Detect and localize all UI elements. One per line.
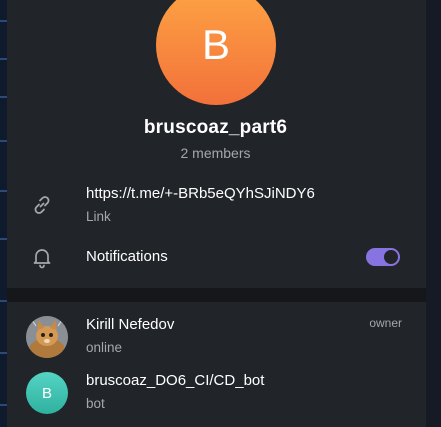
group-name: bruscoaz_part6 xyxy=(143,117,288,138)
notifications-label: Notifications xyxy=(86,248,168,265)
bot-avatar-letter: B xyxy=(41,384,52,402)
member-status: bot xyxy=(86,396,105,411)
link-icon xyxy=(34,196,50,214)
section-divider xyxy=(7,288,426,302)
member-avatar xyxy=(26,316,68,358)
members-panel xyxy=(7,302,426,427)
bot-avatar: B xyxy=(26,372,68,414)
notifications-toggle[interactable] xyxy=(366,248,400,266)
cat-photo-icon xyxy=(26,316,68,358)
member-role-badge: owner xyxy=(369,316,402,330)
background-window-edge-right xyxy=(426,0,441,427)
invite-link-label: Link xyxy=(86,209,111,224)
toggle-knob xyxy=(383,249,399,265)
members-count: 2 members xyxy=(180,145,251,161)
member-status: online xyxy=(86,340,123,355)
member-name: Kirill Nefedov xyxy=(86,316,175,333)
invite-link[interactable]: https://t.me/+-BRb5eQYhSJiNDY6 xyxy=(86,185,315,202)
bell-icon xyxy=(33,249,51,269)
member-name: bruscoaz_DO6_CI/CD_bot xyxy=(86,372,265,389)
group-avatar-letter: B xyxy=(201,21,230,68)
background-window-edge xyxy=(0,0,7,427)
